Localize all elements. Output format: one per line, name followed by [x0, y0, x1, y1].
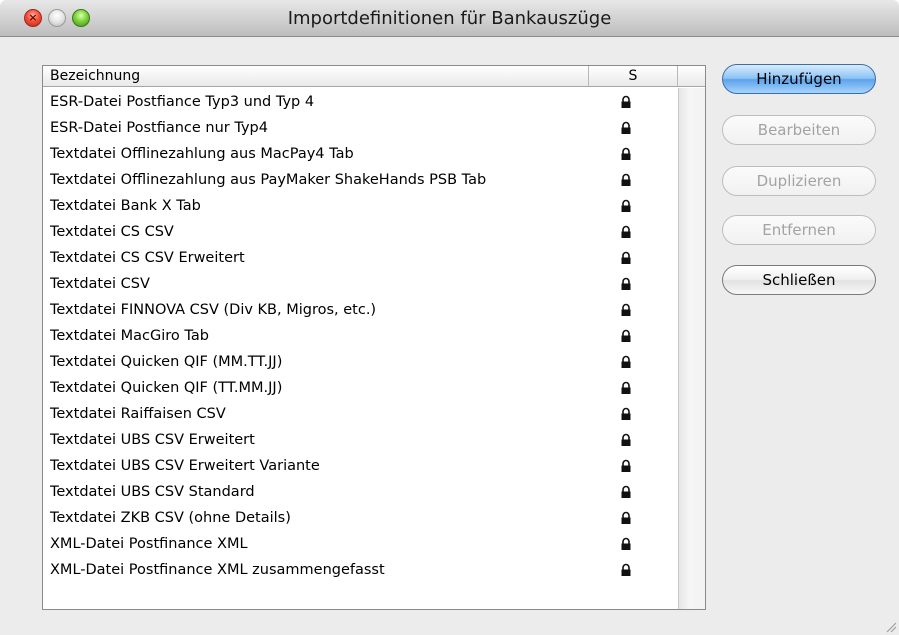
lock-icon — [621, 303, 631, 316]
row-name: XML-Datei Postfinance XML zusammengefass… — [50, 562, 385, 578]
lock-icon — [621, 511, 631, 524]
row-name: ESR-Datei Postfiance Typ3 und Typ 4 — [50, 94, 315, 110]
table-body: ESR-Datei Postfiance Typ3 und Typ 4 ESR-D… — [43, 89, 678, 583]
lock-icon — [621, 95, 631, 108]
row-name: Textdatei Offlinezahlung aus PayMaker Sh… — [50, 172, 487, 188]
lock-icon — [621, 329, 631, 342]
row-name: Textdatei Quicken QIF (TT.MM.JJ) — [50, 380, 283, 396]
table-row[interactable]: Textdatei Quicken QIF (TT.MM.JJ) — [43, 375, 678, 401]
lock-icon — [621, 173, 631, 186]
lock-icon — [621, 199, 631, 212]
edit-button[interactable]: Bearbeiten — [722, 115, 876, 145]
table-row[interactable]: Textdatei CSV — [43, 271, 678, 297]
duplicate-button[interactable]: Duplizieren — [722, 166, 876, 196]
row-name: XML-Datei Postfinance XML — [50, 536, 248, 552]
table-row[interactable]: Textdatei UBS CSV Erweitert Variante — [43, 453, 678, 479]
table-row[interactable]: ESR-Datei Postfiance Typ3 und Typ 4 — [43, 89, 678, 115]
title-bar[interactable]: Importdefinitionen für Bankauszüge × — [0, 0, 899, 37]
column-header-bezeichnung[interactable]: Bezeichnung — [43, 66, 589, 87]
lock-icon — [621, 459, 631, 472]
close-button[interactable]: Schließen — [722, 265, 876, 295]
row-name: Textdatei ZKB CSV (ohne Details) — [50, 510, 291, 526]
add-button[interactable]: Hinzufügen — [722, 64, 876, 94]
table-row[interactable]: Textdatei Raiffaisen CSV — [43, 401, 678, 427]
row-name: Textdatei UBS CSV Standard — [50, 484, 255, 500]
lock-icon — [621, 355, 631, 368]
table-row[interactable]: XML-Datei Postfinance XML — [43, 531, 678, 557]
row-name: Textdatei Raiffaisen CSV — [50, 406, 226, 422]
close-icon: × — [28, 11, 38, 24]
vertical-scrollbar[interactable] — [678, 88, 705, 609]
row-name: Textdatei UBS CSV Erweitert Variante — [50, 458, 320, 474]
lock-icon — [621, 485, 631, 498]
table-row[interactable]: Textdatei MacGiro Tab — [43, 323, 678, 349]
import-definitions-table[interactable]: Bezeichnung S ESR-Datei Postfiance Typ3 … — [42, 65, 706, 610]
table-row[interactable]: Textdatei CS CSV — [43, 219, 678, 245]
close-window-button[interactable]: × — [24, 9, 42, 27]
lock-icon — [621, 251, 631, 264]
table-row[interactable]: Textdatei FINNOVA CSV (Div KB, Migros, e… — [43, 297, 678, 323]
table-row[interactable]: Textdatei ZKB CSV (ohne Details) — [43, 505, 678, 531]
row-name: Textdatei Quicken QIF (MM.TT.JJ) — [50, 354, 283, 370]
lock-icon — [621, 537, 631, 550]
column-header-s[interactable]: S — [589, 66, 678, 87]
table-row[interactable]: ESR-Datei Postfiance nur Typ4 — [43, 115, 678, 141]
remove-button[interactable]: Entfernen — [722, 215, 876, 245]
row-name: Textdatei MacGiro Tab — [50, 328, 209, 344]
lock-icon — [621, 563, 631, 576]
lock-icon — [621, 277, 631, 290]
lock-icon — [621, 147, 631, 160]
row-name: Textdatei UBS CSV Erweitert — [50, 432, 255, 448]
minimize-window-button[interactable] — [48, 9, 66, 27]
zoom-window-button[interactable] — [72, 9, 90, 27]
lock-icon — [621, 407, 631, 420]
table-row[interactable]: Textdatei Quicken QIF (MM.TT.JJ) — [43, 349, 678, 375]
lock-icon — [621, 381, 631, 394]
window-title: Importdefinitionen für Bankauszüge — [287, 8, 612, 29]
row-name: Textdatei FINNOVA CSV (Div KB, Migros, e… — [50, 302, 377, 318]
lock-icon — [621, 433, 631, 446]
lock-icon — [621, 121, 631, 134]
row-name: Textdatei CS CSV — [50, 224, 174, 240]
row-name: Textdatei CS CSV Erweitert — [50, 250, 245, 266]
table-row[interactable]: Textdatei Bank X Tab — [43, 193, 678, 219]
table-header: Bezeichnung S — [43, 66, 705, 87]
resize-grip-icon[interactable] — [885, 621, 897, 633]
import-definitions-window: Importdefinitionen für Bankauszüge × Bez… — [0, 0, 899, 635]
table-row[interactable]: Textdatei UBS CSV Standard — [43, 479, 678, 505]
row-name: Textdatei CSV — [50, 276, 150, 292]
table-row[interactable]: Textdatei CS CSV Erweitert — [43, 245, 678, 271]
lock-icon — [621, 225, 631, 238]
row-name: Textdatei Bank X Tab — [50, 198, 201, 214]
row-name: Textdatei Offlinezahlung aus MacPay4 Tab — [50, 146, 354, 162]
table-row[interactable]: Textdatei Offlinezahlung aus PayMaker Sh… — [43, 167, 678, 193]
table-row[interactable]: XML-Datei Postfinance XML zusammengefass… — [43, 557, 678, 583]
table-row[interactable]: Textdatei Offlinezahlung aus MacPay4 Tab — [43, 141, 678, 167]
row-name: ESR-Datei Postfiance nur Typ4 — [50, 120, 268, 136]
table-row[interactable]: Textdatei UBS CSV Erweitert — [43, 427, 678, 453]
